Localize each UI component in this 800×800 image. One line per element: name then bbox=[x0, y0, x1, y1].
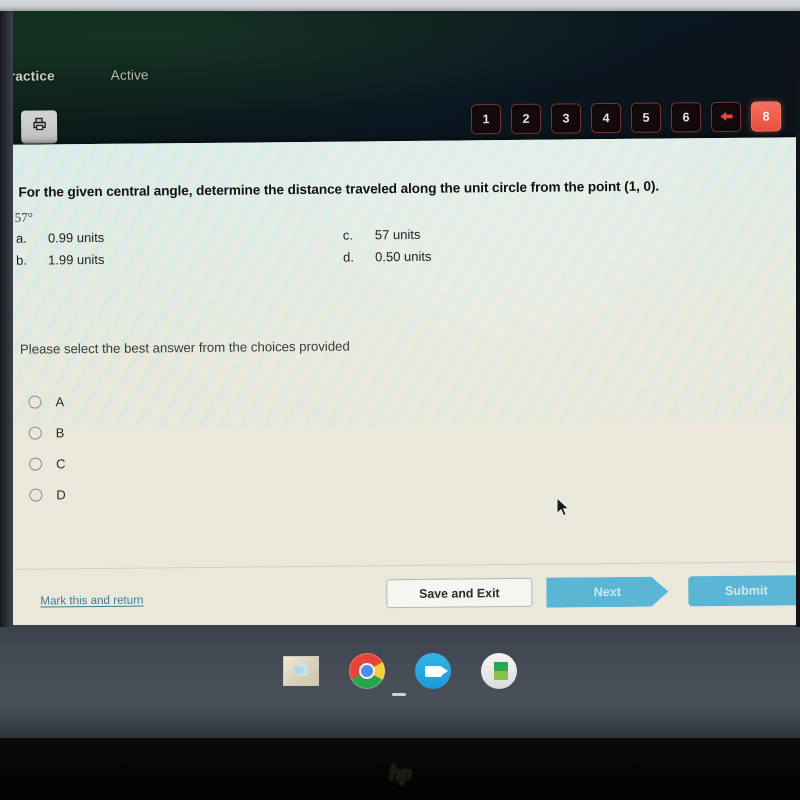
laptop-photo: Practice Active 1 2 3 4 5 6 8 For the gi… bbox=[0, 0, 800, 800]
radio-circle-icon[interactable] bbox=[28, 426, 42, 440]
question-navigator: 1 2 3 4 5 6 8 bbox=[470, 101, 782, 135]
choice-d[interactable]: d. 0.50 units bbox=[343, 249, 432, 265]
question-nav-2[interactable]: 2 bbox=[510, 103, 542, 134]
choice-d-letter: d. bbox=[343, 249, 355, 265]
choice-c[interactable]: c. 57 units bbox=[343, 227, 432, 243]
choice-d-text: 0.50 units bbox=[375, 248, 432, 265]
print-button[interactable] bbox=[20, 110, 58, 144]
question-nav-3[interactable]: 3 bbox=[550, 103, 582, 134]
app-thumbnail-icon[interactable] bbox=[283, 653, 319, 689]
radio-option-d[interactable]: D bbox=[29, 487, 66, 502]
google-play-icon[interactable] bbox=[481, 653, 517, 689]
mouse-cursor-icon bbox=[556, 496, 572, 524]
radio-label-b: B bbox=[55, 425, 65, 441]
header-tabs: Practice Active bbox=[1, 67, 149, 83]
choice-a[interactable]: a. 0.99 units bbox=[16, 230, 105, 246]
choice-b-letter: b. bbox=[16, 252, 28, 268]
answer-radio-group: A B C D bbox=[28, 394, 66, 518]
question-page: For the given central angle, determine t… bbox=[0, 137, 800, 625]
save-and-exit-button[interactable]: Save and Exit bbox=[386, 577, 533, 609]
next-button[interactable]: Next bbox=[546, 577, 668, 608]
radio-label-a: A bbox=[55, 394, 65, 410]
hp-logo: hp bbox=[388, 760, 412, 785]
os-taskbar bbox=[0, 625, 800, 738]
radio-circle-icon[interactable] bbox=[28, 395, 42, 409]
radio-circle-icon[interactable] bbox=[29, 457, 43, 471]
choice-a-text: 0.99 units bbox=[47, 229, 105, 246]
radio-label-c: C bbox=[55, 456, 66, 472]
laptop-screen: Practice Active 1 2 3 4 5 6 8 For the gi… bbox=[0, 11, 800, 625]
chrome-icon[interactable] bbox=[349, 653, 385, 689]
taskbar-icon-row bbox=[0, 653, 800, 689]
radio-option-b[interactable]: B bbox=[28, 425, 66, 441]
laptop-bottom-bezel: hp bbox=[0, 738, 800, 800]
radio-option-c[interactable]: C bbox=[29, 456, 66, 471]
choice-b[interactable]: b. 1.99 units bbox=[16, 252, 105, 268]
video-camera-icon[interactable] bbox=[415, 653, 451, 689]
screen-top-strip bbox=[0, 0, 800, 11]
question-prompt: For the given central angle, determine t… bbox=[18, 178, 660, 200]
radio-circle-icon[interactable] bbox=[29, 488, 43, 502]
choices-right-column: c. 57 units d. 0.50 units bbox=[343, 227, 432, 272]
question-nav-5[interactable]: 5 bbox=[630, 102, 662, 133]
submit-button[interactable]: Submit bbox=[688, 575, 800, 607]
back-arrow-icon[interactable] bbox=[710, 101, 742, 133]
radio-option-a[interactable]: A bbox=[28, 394, 65, 409]
tab-active[interactable]: Active bbox=[111, 67, 149, 82]
mark-this-and-return-link[interactable]: Mark this and return bbox=[40, 594, 143, 608]
running-app-indicator bbox=[392, 693, 406, 696]
instruction-text: Please select the best answer from the c… bbox=[19, 338, 350, 357]
choice-c-letter: c. bbox=[342, 227, 354, 243]
choice-c-text: 57 units bbox=[374, 226, 421, 243]
question-nav-8[interactable]: 8 bbox=[750, 101, 782, 132]
question-nav-4[interactable]: 4 bbox=[590, 102, 622, 134]
question-nav-1[interactable]: 1 bbox=[470, 104, 502, 135]
answer-choices: a. 0.99 units b. 1.99 units c. 57 units bbox=[0, 223, 800, 268]
choice-b-text: 1.99 units bbox=[48, 251, 105, 268]
radio-label-d: D bbox=[56, 487, 66, 503]
choices-left-column: a. 0.99 units b. 1.99 units bbox=[16, 230, 105, 275]
central-angle-value: 57° bbox=[14, 209, 33, 225]
question-nav-6[interactable]: 6 bbox=[670, 102, 702, 133]
screen-left-bezel bbox=[0, 11, 13, 627]
printer-icon bbox=[31, 116, 48, 137]
choice-a-letter: a. bbox=[15, 230, 27, 246]
app-header: Practice Active 1 2 3 4 5 6 8 bbox=[0, 11, 800, 153]
screen-right-bezel bbox=[796, 11, 800, 627]
page-footer: Mark this and return Save and Exit Next … bbox=[0, 561, 800, 625]
